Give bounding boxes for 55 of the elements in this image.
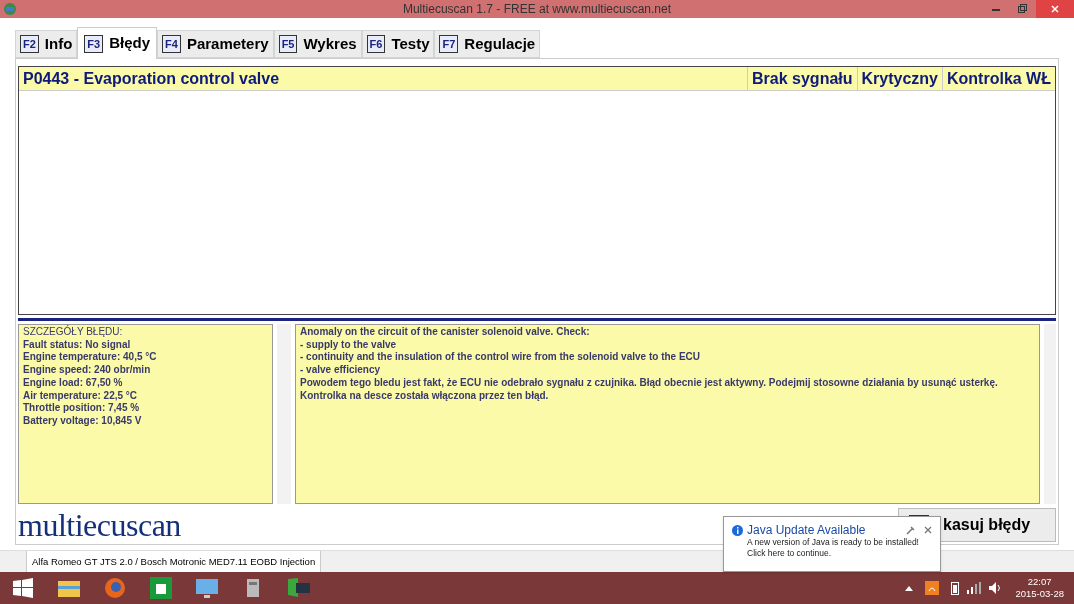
description-line: - valve efficiency: [300, 364, 382, 377]
description-line: Anomaly on the circuit of the canister solenoid valve. Check:: [300, 326, 591, 339]
function-key-label: F5: [278, 35, 298, 53]
description-line: Kontrolka na desce została włączona przez ten błąd.: [300, 389, 550, 403]
detail-line: SZCZEGÓŁY BŁĘDU:: [23, 326, 124, 339]
restore-icon[interactable]: [1018, 4, 1027, 13]
description-line: Powodem tego bledu jest fakt, że ECU nie odebrało sygnału z czujnika. Błąd obecnie jest aktywny. Podejmij stosowne działania by usunąć usterkę.: [300, 376, 999, 390]
clock-time: 22:07: [1027, 576, 1052, 588]
function-key-label: F2: [20, 35, 39, 53]
function-key-label: F3: [84, 34, 104, 53]
control-panel-icon: [195, 577, 219, 599]
close-icon: [1051, 5, 1059, 13]
clock-date: 2015-03-28: [1015, 588, 1064, 600]
laptop-icon: [286, 577, 312, 599]
fault-flag: Brak sygnału: [747, 67, 857, 90]
minimize-icon[interactable]: [992, 7, 1000, 11]
folder-icon: [57, 578, 81, 598]
window-title: Multiecuscan 1.7 - FREE at www.multiecuscan.net: [402, 1, 672, 18]
info-icon: [732, 524, 743, 536]
tab[interactable]: F6 Testy: [361, 30, 435, 58]
tray-caret-icon[interactable]: [905, 585, 914, 591]
browser-icon: [104, 577, 126, 599]
detail-line: Engine load: 67,50 %: [23, 376, 124, 390]
tab[interactable]: F2 Info: [15, 30, 78, 58]
store-icon: [150, 577, 172, 599]
detail-line: Engine speed: 240 obr/min: [23, 364, 152, 377]
close-icon[interactable]: [924, 526, 932, 534]
wrench-icon[interactable]: [906, 525, 915, 535]
detail-line: Fault status: No signal: [23, 338, 132, 352]
detail-line: Air temperature: 22,5 °C: [23, 389, 139, 403]
status-text: Alfa Romeo GT JTS 2.0 / Bosch Motronic MED7.11 EOBD Injection: [26, 551, 322, 572]
function-key-label: F6: [366, 35, 386, 53]
function-key-label: F7: [439, 35, 459, 53]
fault-flag: Krytyczny: [856, 67, 942, 90]
notification-popup[interactable]: Java Update Available A new version of Java is ready to be installed! Click here to continue.: [723, 516, 941, 572]
detail-line: Battery voltage: 10,845 V: [23, 414, 143, 428]
fault-flag: Kontrolka WŁ: [942, 67, 1055, 90]
logo: multiecuscan: [18, 509, 181, 541]
app-icon: [3, 2, 17, 16]
tab[interactable]: F3 Błędy: [77, 27, 158, 59]
clock[interactable]: 22:07 2015-03-28: [1015, 576, 1064, 600]
description-line: - supply to the valve: [300, 338, 398, 352]
tab[interactable]: F7 Regulacje: [434, 30, 541, 58]
fault-title: P0443 - Evaporation control valve: [22, 69, 281, 89]
battery-icon[interactable]: [951, 581, 960, 595]
notification-text: Click here to continue.: [746, 548, 833, 559]
signal-icon[interactable]: [967, 582, 982, 594]
tab[interactable]: F4 Parametery: [157, 30, 274, 58]
tab[interactable]: F5 Wykres: [273, 30, 362, 58]
detail-line: Throttle position: 7,45 %: [23, 402, 141, 415]
function-key-label: F4: [162, 35, 181, 53]
description-line: - continuity and the insulation of the control wire from the solenoid valve to the ECU: [300, 351, 702, 365]
notification-title: Java Update Available: [747, 523, 866, 537]
windows-logo-icon: [13, 578, 33, 598]
detail-line: Engine temperature: 40,5 °C: [23, 351, 158, 365]
